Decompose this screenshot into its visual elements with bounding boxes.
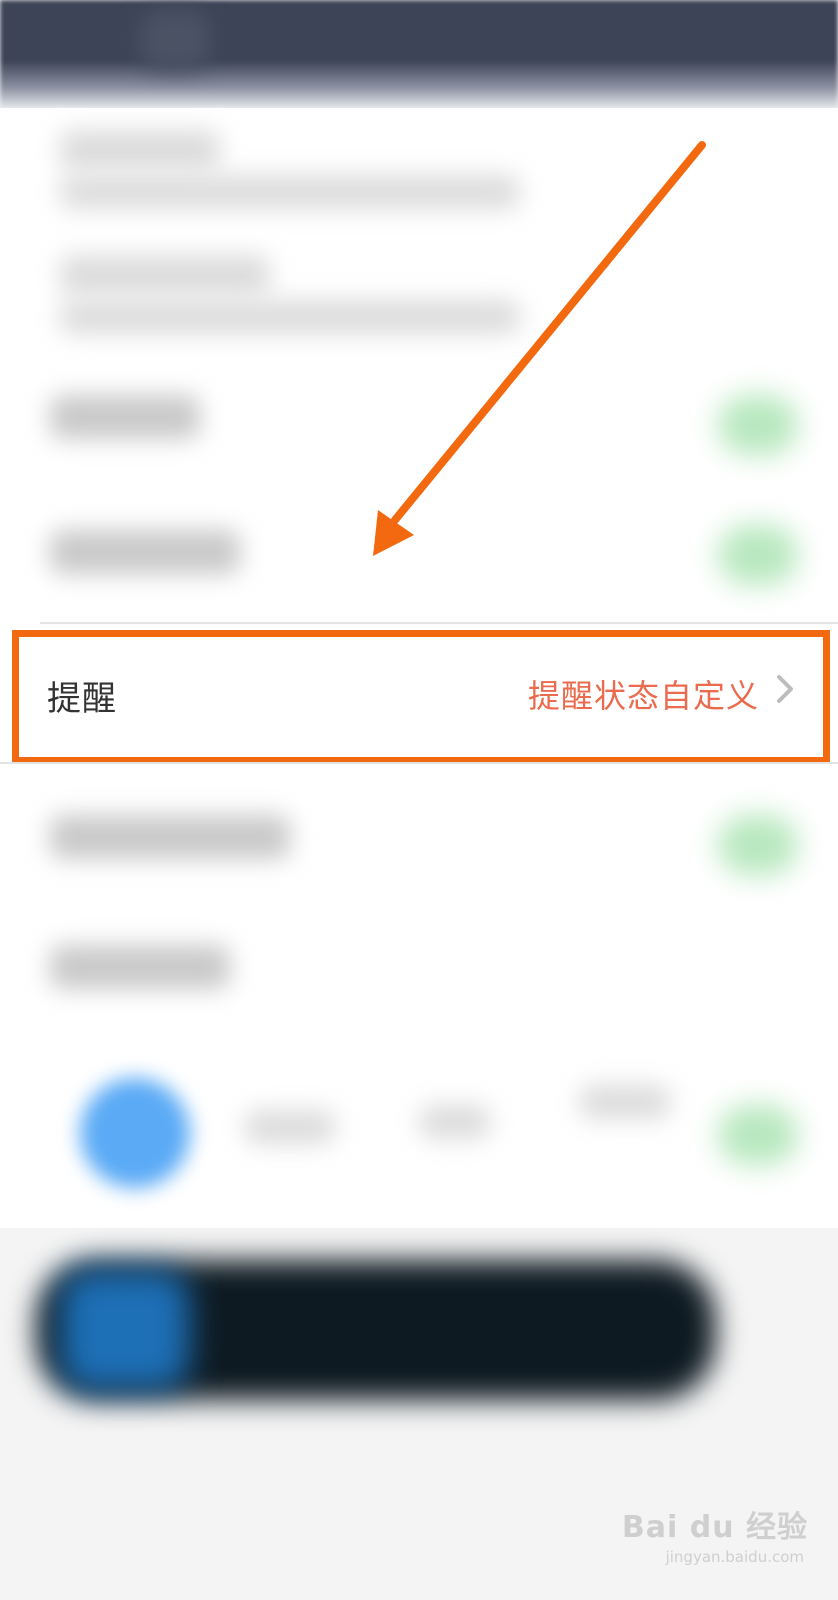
blurred-row-1 xyxy=(60,130,220,170)
blurred-row-4 xyxy=(50,530,240,574)
blurred-toggle-1 xyxy=(718,395,798,455)
chevron-right-icon xyxy=(777,675,793,703)
status-bar xyxy=(0,0,838,110)
reminder-label: 提醒 xyxy=(47,679,117,719)
blurred-row-2 xyxy=(60,255,270,295)
watermark-url: jingyan.baidu.com xyxy=(665,1548,804,1566)
blurred-row-1-sub xyxy=(60,175,520,209)
blurred-item-a xyxy=(245,1110,335,1144)
blurred-row-2-sub xyxy=(60,300,520,334)
watermark-logo-text: Bai du 经验 xyxy=(621,1510,808,1545)
blurred-avatar xyxy=(80,1078,190,1188)
blurred-banner-icon xyxy=(60,1270,190,1390)
blurred-item-b xyxy=(420,1105,490,1139)
blurred-row-6 xyxy=(50,945,230,989)
blurred-item-c xyxy=(580,1085,670,1119)
blurred-toggle-2 xyxy=(718,525,798,585)
blurred-toggle-3 xyxy=(718,815,798,875)
reminder-settings-row[interactable]: 提醒 提醒状态自定义 xyxy=(12,630,830,764)
blurred-toggle-4 xyxy=(718,1105,798,1165)
blurred-row-5 xyxy=(50,815,290,859)
divider xyxy=(40,622,838,624)
divider xyxy=(0,762,838,764)
status-bar-blurred-content xyxy=(140,10,210,70)
baidu-jingyan-watermark: Bai du 经验 jingyan.baidu.com xyxy=(622,1502,808,1582)
blurred-row-3 xyxy=(50,395,200,439)
reminder-value: 提醒状态自定义 xyxy=(527,677,759,715)
